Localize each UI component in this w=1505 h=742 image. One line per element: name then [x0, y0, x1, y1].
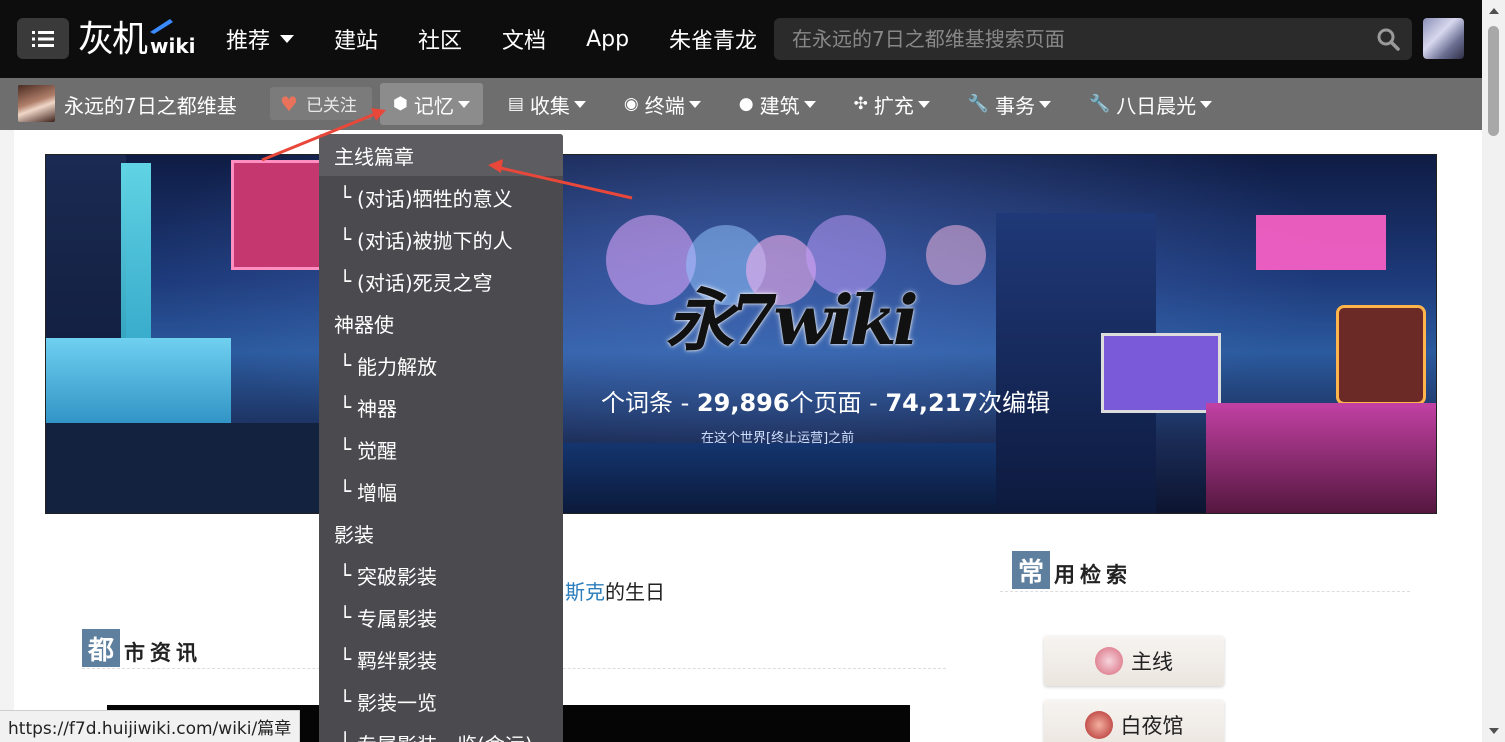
- top-nav-item[interactable]: 朱雀青龙: [669, 23, 757, 55]
- branch-icon: └: [339, 479, 352, 503]
- user-avatar[interactable]: [1423, 18, 1464, 59]
- broadcast-icon: ◉: [623, 94, 639, 114]
- quick-link-white-night[interactable]: 白夜馆: [1044, 700, 1224, 742]
- scroll-down-icon[interactable]: [1489, 728, 1499, 734]
- site-nav-item[interactable]: ⬢ 记忆: [380, 83, 483, 125]
- search-icon[interactable]: [1376, 27, 1400, 51]
- heart-icon: ♥: [280, 91, 298, 116]
- dropdown-menu-item[interactable]: └ (对话)牺牲的意义: [319, 176, 563, 218]
- mainline-icon: [1095, 647, 1123, 675]
- top-nav: 推荐 建站 社区 文档 App 朱雀青龙: [226, 20, 797, 58]
- page-scrollbar[interactable]: [1482, 0, 1505, 742]
- branch-icon: └: [339, 647, 352, 671]
- top-nav-item[interactable]: 社区: [418, 23, 462, 55]
- wrench-icon: 🔧: [967, 94, 990, 114]
- site-nav-item[interactable]: 🔧 事务: [955, 83, 1064, 125]
- site-nav: ⬢ 记忆 ▤ 收集 ◉ 终端 ● 建筑 ✣ 扩充 🔧 事务 🔧 八日晨光: [380, 82, 1237, 126]
- pen-icon: [150, 19, 173, 34]
- top-nav-item[interactable]: 文档: [502, 23, 546, 55]
- news-section-title: 都市资讯: [82, 629, 202, 667]
- dropdown-menu-item[interactable]: └ 影装一览: [319, 680, 563, 722]
- caret-down-icon: [573, 100, 586, 108]
- cube-icon: ⬢: [393, 94, 408, 114]
- logo-wiki-text: wiki: [150, 34, 196, 58]
- caret-down-icon: [280, 35, 295, 43]
- dropdown-menu-item[interactable]: └ 突破影装: [319, 554, 563, 596]
- site-name[interactable]: 永远的7日之都维基: [64, 90, 237, 119]
- branch-icon: └: [339, 395, 352, 419]
- quick-search-title: 常用检索: [1012, 551, 1132, 589]
- home-banner: 永7wiki 个词条 - 29,896个页面 - 74,217次编辑 在这个世界…: [45, 154, 1437, 514]
- search-input[interactable]: [774, 18, 1354, 60]
- dropdown-menu-item[interactable]: └ 专属影装: [319, 596, 563, 638]
- site-nav-item[interactable]: ✣ 扩充: [841, 83, 943, 125]
- branch-icon: └: [339, 437, 352, 461]
- site-nav-item[interactable]: 🔧 八日晨光: [1076, 83, 1225, 125]
- site-nav-item[interactable]: ● 建筑: [726, 83, 829, 125]
- wrench-icon: 🔧: [1089, 94, 1111, 114]
- dropdown-menu-item[interactable]: 神器使: [319, 302, 563, 344]
- dropdown-menu-item[interactable]: └ 神器: [319, 386, 563, 428]
- top-navbar: 灰机 wiki 推荐 建站 社区 文档 App 朱雀青龙: [0, 0, 1482, 78]
- follow-button[interactable]: ♥ 已关注: [270, 87, 372, 120]
- caret-down-icon: [1200, 100, 1213, 108]
- caret-down-icon: [688, 100, 701, 108]
- dropdown-menu-item[interactable]: └ 能力解放: [319, 344, 563, 386]
- branch-icon: └: [339, 731, 351, 742]
- top-nav-item[interactable]: 建站: [334, 23, 378, 55]
- memory-dropdown-menu: 主线篇章 └ (对话)牺牲的意义 └ (对话)被抛下的人 └ (对话)死灵之穹 神器使 └ 能力解…: [319, 134, 563, 742]
- top-nav-item[interactable]: App: [586, 27, 629, 52]
- site-nav-item[interactable]: ▤ 收集: [495, 83, 599, 125]
- caret-down-icon: [917, 100, 930, 108]
- branch-icon: └: [339, 563, 352, 587]
- dropdown-menu-item[interactable]: └ 增幅: [319, 470, 563, 512]
- follow-label: 已关注: [305, 96, 357, 116]
- search-box: [774, 18, 1412, 60]
- character-link[interactable]: 斯克: [565, 580, 605, 604]
- dropdown-menu-item[interactable]: └ (对话)被抛下的人: [319, 218, 563, 260]
- joomla-icon: ✣: [853, 94, 868, 114]
- wiki-stats: 个词条 - 29,896个页面 - 74,217次编辑: [601, 389, 1051, 417]
- dropdown-menu-item[interactable]: └ 羁绊影装: [319, 638, 563, 680]
- book-icon: ▤: [507, 94, 524, 114]
- caret-down-icon: [803, 100, 816, 108]
- banner-subtitle: 在这个世界[终止运营]之前: [701, 431, 855, 446]
- dropdown-menu-item[interactable]: 主线篇章: [319, 134, 563, 176]
- dropdown-menu-item[interactable]: 影装: [319, 512, 563, 554]
- caret-down-icon: [1039, 100, 1052, 108]
- branch-icon: └: [339, 689, 352, 713]
- branch-icon: └: [339, 227, 352, 251]
- site-avatar[interactable]: [18, 85, 55, 122]
- globe-icon: ●: [738, 94, 754, 114]
- status-bar-url: https://f7d.huijiwiki.com/wiki/篇章: [0, 710, 301, 742]
- quick-link-mainline[interactable]: 主线: [1044, 636, 1224, 686]
- caret-down-icon: [457, 100, 470, 108]
- menu-button[interactable]: [17, 18, 69, 59]
- branch-icon: └: [339, 605, 352, 629]
- scroll-up-icon[interactable]: [1489, 8, 1499, 14]
- branch-icon: └: [339, 269, 352, 293]
- banner-logo: 永7wiki: [666, 281, 919, 361]
- branch-icon: └: [339, 353, 352, 377]
- site-logo[interactable]: 灰机 wiki: [78, 18, 196, 60]
- dropdown-menu-item[interactable]: └ 觉醒: [319, 428, 563, 470]
- site-nav-item[interactable]: ◉ 终端: [611, 83, 714, 125]
- birthday-notice: 斯克的生日: [565, 580, 665, 604]
- white-night-icon: [1084, 711, 1113, 739]
- list-icon: [32, 30, 54, 47]
- logo-text: 灰机: [78, 19, 148, 60]
- dropdown-menu-item[interactable]: └ (对话)死灵之穹: [319, 260, 563, 302]
- top-nav-item[interactable]: 推荐: [226, 23, 295, 55]
- scroll-thumb[interactable]: [1488, 26, 1499, 136]
- site-subbar: 永远的7日之都维基 ♥ 已关注 ⬢ 记忆 ▤ 收集 ◉ 终端 ● 建筑 ✣ 扩充 🔧 事务 🔧 八日晨光: [0, 78, 1482, 130]
- branch-icon: └: [339, 185, 352, 209]
- dropdown-menu-item[interactable]: └专属影装一览(命运): [319, 722, 563, 742]
